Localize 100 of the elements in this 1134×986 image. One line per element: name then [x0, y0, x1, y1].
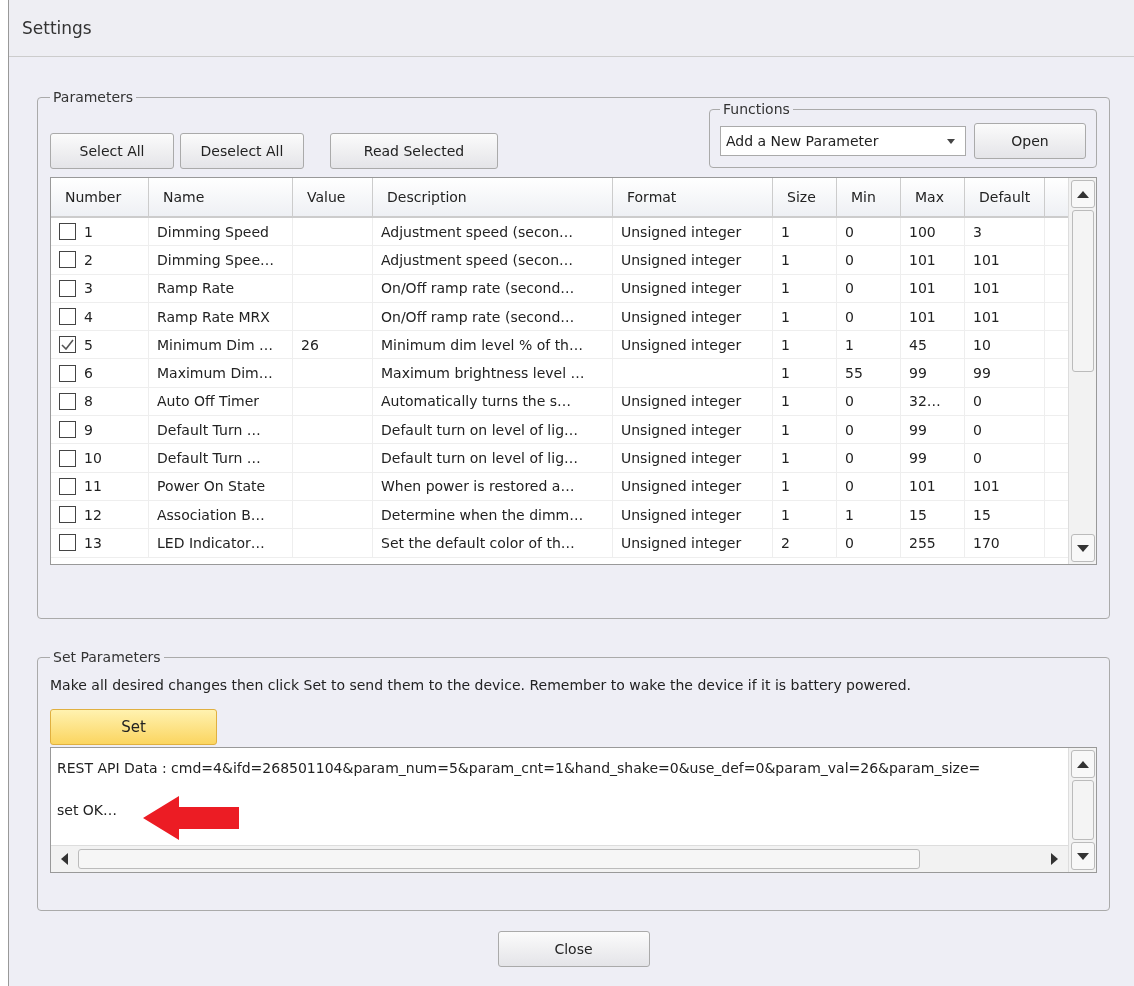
caret-icon — [947, 138, 955, 144]
table-cell: 2 — [84, 251, 93, 268]
table-cell: Minimum dim level % of th… — [381, 336, 583, 353]
table-cell: LED Indicator… — [157, 534, 265, 551]
table-cell: 15 — [973, 506, 991, 523]
checkbox[interactable] — [59, 223, 76, 241]
table-cell: 0 — [845, 251, 854, 268]
checkbox[interactable] — [59, 449, 76, 467]
table-cell: 10 — [973, 336, 991, 353]
checkbox[interactable] — [59, 279, 76, 297]
column-header[interactable]: Max — [901, 178, 965, 216]
table-cell: 10 — [84, 450, 102, 466]
table-cell: 0 — [973, 450, 982, 466]
scroll-right-icon — [1051, 853, 1058, 865]
table-cell: 1 — [845, 506, 854, 523]
table-cell: 1 — [84, 223, 93, 240]
toolbar-button[interactable]: Read Selected — [330, 133, 498, 169]
checkbox[interactable] — [59, 477, 76, 495]
table-cell: Unsigned integer — [621, 308, 742, 325]
table-cell: 0 — [845, 223, 854, 240]
open-button[interactable]: Open — [974, 123, 1086, 159]
checkbox[interactable] — [59, 421, 76, 439]
group-title: Functions — [722, 101, 791, 117]
table-cell: 1 — [781, 393, 790, 410]
table-cell: 1 — [781, 478, 790, 495]
column-header[interactable]: Format — [613, 178, 773, 216]
table-cell: Unsigned integer — [621, 223, 742, 240]
table-cell: Unsigned integer — [621, 251, 742, 268]
table-cell: Default Turn … — [157, 421, 261, 438]
table-cell: 9 — [84, 421, 93, 438]
column-header[interactable]: Min — [837, 178, 901, 216]
table-cell: 1 — [781, 421, 790, 438]
column-header[interactable]: Description — [373, 178, 613, 216]
table-cell: Unsigned integer — [621, 336, 742, 353]
table-cell: Unsigned integer — [621, 393, 742, 410]
table-cell: 0 — [845, 421, 854, 438]
toolbar-button[interactable]: Deselect All — [180, 133, 304, 169]
table-cell: 0 — [845, 450, 854, 466]
table-cell: Power On State — [157, 478, 266, 495]
table-cell: Adjustment speed (secon… — [381, 223, 574, 240]
scroll-down-icon — [1076, 852, 1089, 860]
close-button[interactable]: Close — [497, 931, 650, 967]
table-cell: 0 — [845, 308, 854, 325]
scroll-up-icon — [1076, 190, 1089, 198]
table-cell: 0 — [845, 280, 854, 297]
table-cell: 101 — [909, 280, 936, 297]
table-cell: 99 — [909, 450, 927, 466]
checkbox[interactable] — [59, 534, 76, 552]
table-cell: 15 — [909, 506, 927, 523]
table-cell: When power is restored a… — [381, 478, 575, 495]
table-cell: 100 — [909, 223, 936, 240]
column-header[interactable]: Value — [293, 178, 373, 216]
scrollbar[interactable] — [1068, 748, 1096, 872]
column-header[interactable]: Default — [965, 178, 1045, 216]
scrollbar[interactable] — [1068, 178, 1096, 564]
table-cell: 1 — [781, 506, 790, 523]
table-cell: 5 — [84, 336, 93, 353]
table-cell: Unsigned integer — [621, 280, 742, 297]
horizontal-scrollbar[interactable] — [51, 845, 1068, 872]
table-cell: 3 — [84, 280, 93, 297]
checkbox[interactable] — [59, 251, 76, 269]
table-cell: 4 — [84, 308, 93, 325]
annotation-arrow-icon — [143, 796, 239, 840]
table-cell: 2 — [781, 534, 790, 551]
table-cell: 101 — [909, 478, 936, 495]
table-cell: 1 — [781, 251, 790, 268]
function-dropdown[interactable]: Add a New Parameter — [720, 126, 966, 156]
table-cell: 1 — [781, 223, 790, 240]
table-cell: Unsigned integer — [621, 506, 742, 523]
scroll-left-icon — [61, 853, 68, 865]
table-cell: 99 — [909, 365, 927, 382]
table-cell: Default turn on level of lig… — [381, 450, 579, 466]
column-header[interactable]: Size — [773, 178, 837, 216]
checkbox[interactable] — [59, 308, 76, 326]
toolbar-button[interactable]: Select All — [50, 133, 174, 169]
set-button[interactable]: Set — [50, 709, 217, 745]
checkbox[interactable] — [59, 506, 76, 524]
table-cell: 99 — [973, 365, 991, 382]
table-cell: 8 — [84, 393, 93, 410]
table-cell: 0 — [845, 534, 854, 551]
table-cell: 99 — [909, 421, 927, 438]
checkbox[interactable] — [59, 392, 76, 410]
checkbox[interactable] — [59, 364, 76, 382]
table-cell: 0 — [845, 393, 854, 410]
table-cell: Maximum brightness level … — [381, 365, 585, 382]
table-cell: 101 — [973, 251, 1000, 268]
table-cell: 26 — [301, 336, 319, 353]
table-cell: Dimming Speed — [157, 223, 269, 240]
table-cell: 11 — [84, 478, 102, 495]
table-cell: Automatically turns the s… — [381, 393, 572, 410]
table-cell: 1 — [845, 336, 854, 353]
table-cell: 1 — [781, 336, 790, 353]
table-cell: 3 — [973, 223, 982, 240]
column-header[interactable]: Number — [51, 178, 149, 216]
table-cell: 1 — [781, 365, 790, 382]
table-cell: Default turn on level of lig… — [381, 421, 579, 438]
table-cell: Ramp Rate MRX — [157, 308, 270, 325]
checkbox[interactable] — [59, 336, 76, 354]
column-header[interactable]: Name — [149, 178, 293, 216]
table-cell: 101 — [973, 478, 1000, 495]
